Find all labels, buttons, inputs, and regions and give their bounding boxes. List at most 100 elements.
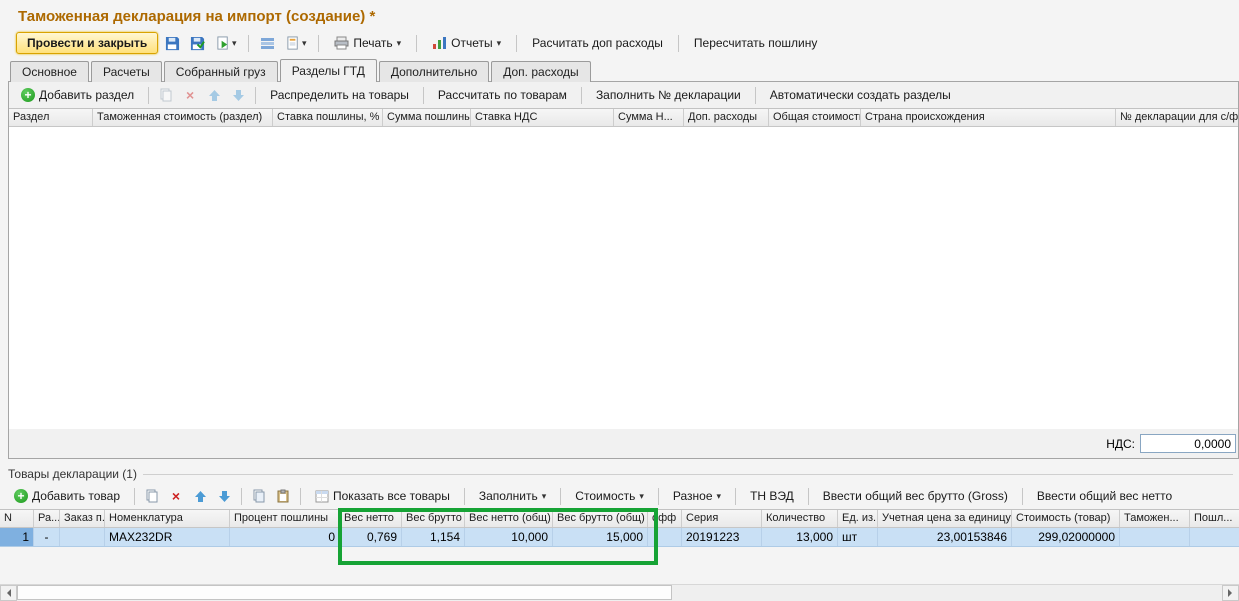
col-n[interactable]: N xyxy=(0,510,34,527)
col-declaration-number[interactable]: № декларации для с/ф xyxy=(1116,109,1238,126)
cell-net-weight[interactable]: 0,769 xyxy=(340,528,402,546)
col-unit-price[interactable]: Учетная цена за единицу xyxy=(878,510,1012,527)
col-unit[interactable]: Ед. из... xyxy=(838,510,878,527)
toolbar-separator xyxy=(735,488,736,505)
cell-coefficient[interactable] xyxy=(648,528,682,546)
cell-unit[interactable]: шт xyxy=(838,528,878,546)
col-origin-country[interactable]: Страна происхождения xyxy=(861,109,1116,126)
fill-menu-button[interactable]: Заполнить ▾ xyxy=(471,486,554,506)
cell-duty-percent[interactable]: 0 xyxy=(230,528,340,546)
cell-section-ref[interactable]: - xyxy=(34,528,60,546)
cell-quantity[interactable]: 13,000 xyxy=(762,528,838,546)
cell-order[interactable] xyxy=(60,528,105,546)
move-up-button[interactable] xyxy=(203,85,225,105)
scrollbar-thumb[interactable] xyxy=(17,585,672,600)
calc-by-goods-button[interactable]: Рассчитать по товарам xyxy=(430,85,575,105)
recalc-duty-button[interactable]: Пересчитать пошлину xyxy=(686,33,825,53)
goods-row-selected[interactable]: 1 - MAX232DR 0 0,769 1,154 10,000 15,000… xyxy=(0,528,1239,547)
save-variants-button[interactable]: ▾ xyxy=(211,33,241,53)
goods-group-header: Товары декларации (1) xyxy=(8,467,1239,481)
toolbar-separator xyxy=(423,87,424,104)
add-section-button[interactable]: + Добавить раздел xyxy=(13,85,142,105)
distribute-to-goods-button[interactable]: Распределить на товары xyxy=(262,85,417,105)
arrow-down-icon xyxy=(218,490,231,503)
cell-gross-weight-total[interactable]: 15,000 xyxy=(553,528,648,546)
toolbar-separator xyxy=(560,488,561,505)
col-gross-weight-total[interactable]: Вес брутто (общ) xyxy=(553,510,648,527)
print-button[interactable]: Печать ▾ xyxy=(326,33,409,53)
enter-total-gross-button[interactable]: Ввести общий вес брутто (Gross) xyxy=(815,486,1016,506)
tab-calculations[interactable]: Расчеты xyxy=(91,61,162,82)
cell-nomenclature[interactable]: MAX232DR xyxy=(105,528,230,546)
cell-unit-price[interactable]: 23,00153846 xyxy=(878,528,1012,546)
tab-additional-expenses[interactable]: Доп. расходы xyxy=(491,61,590,82)
delete-section-button[interactable]: × xyxy=(179,85,201,105)
col-total-cost[interactable]: Общая стоимость xyxy=(769,109,861,126)
tnved-button[interactable]: ТН ВЭД xyxy=(742,486,802,506)
col-duty-percent[interactable]: Процент пошлины xyxy=(230,510,340,527)
col-order[interactable]: Заказ п... xyxy=(60,510,105,527)
delete-goods-button[interactable]: × xyxy=(165,486,187,506)
move-down-button[interactable] xyxy=(227,85,249,105)
floppy-check-icon xyxy=(190,36,205,51)
move-goods-down-button[interactable] xyxy=(213,486,235,506)
enter-total-net-button[interactable]: Ввести общий вес нетто xyxy=(1029,486,1180,506)
reports-button[interactable]: Отчеты ▾ xyxy=(424,33,509,53)
cell-net-weight-total[interactable]: 10,000 xyxy=(465,528,553,546)
chevron-down-icon: ▾ xyxy=(639,492,644,501)
fill-declaration-number-button[interactable]: Заполнить № декларации xyxy=(588,85,749,105)
structure-button[interactable] xyxy=(256,33,278,53)
tab-additional[interactable]: Дополнительно xyxy=(379,61,489,82)
paste-rows-button[interactable] xyxy=(272,486,294,506)
col-net-weight-total[interactable]: Вес нетто (общ) xyxy=(465,510,553,527)
goods-group-title[interactable]: Товары декларации (1) xyxy=(8,467,137,481)
calc-additional-expenses-button[interactable]: Расчитать доп расходы xyxy=(524,33,671,53)
tab-gtd-sections[interactable]: Разделы ГТД xyxy=(280,59,377,82)
post-and-close-button[interactable]: Провести и закрыть xyxy=(16,32,158,54)
auto-create-sections-button[interactable]: Автоматически создать разделы xyxy=(762,85,959,105)
scroll-right-button[interactable] xyxy=(1222,585,1239,601)
col-duty-amount[interactable]: Сумма пошлины xyxy=(383,109,471,126)
toolbar-separator xyxy=(148,87,149,104)
save-button[interactable] xyxy=(161,33,183,53)
col-vat-amount[interactable]: Сумма Н... xyxy=(614,109,684,126)
tab-main[interactable]: Основное xyxy=(10,61,89,82)
copy-goods-button[interactable] xyxy=(141,486,163,506)
col-section[interactable]: Раздел xyxy=(9,109,93,126)
cell-series[interactable]: 20191223 xyxy=(682,528,762,546)
col-nomenclature[interactable]: Номенклатура xyxy=(105,510,230,527)
col-customs-value[interactable]: Таможенная стоимость (раздел) xyxy=(93,109,273,126)
col-cost[interactable]: Стоимость (товар) xyxy=(1012,510,1120,527)
show-all-goods-button[interactable]: Показать все товары xyxy=(307,486,458,506)
col-duty-rate[interactable]: Ставка пошлины, % xyxy=(273,109,383,126)
cell-cost[interactable]: 299,02000000 xyxy=(1012,528,1120,546)
nds-input[interactable] xyxy=(1140,434,1236,453)
col-vat-rate[interactable]: Ставка НДС xyxy=(471,109,614,126)
col-series[interactable]: Серия xyxy=(682,510,762,527)
toolbar-separator xyxy=(658,488,659,505)
col-duty[interactable]: Пошл... xyxy=(1190,510,1239,527)
col-quantity[interactable]: Количество xyxy=(762,510,838,527)
col-customs[interactable]: Таможен... xyxy=(1120,510,1190,527)
triangle-right-icon xyxy=(1228,589,1236,597)
tab-collected-cargo[interactable]: Собранный груз xyxy=(164,61,278,82)
save-and-post-button[interactable] xyxy=(186,33,208,53)
misc-menu-button[interactable]: Разное ▾ xyxy=(665,486,729,506)
col-net-weight[interactable]: Вес нетто xyxy=(340,510,402,527)
cost-menu-button[interactable]: Стоимость ▾ xyxy=(567,486,652,506)
cell-duty[interactable] xyxy=(1190,528,1239,546)
cell-gross-weight[interactable]: 1,154 xyxy=(402,528,465,546)
cell-n[interactable]: 1 xyxy=(0,528,34,546)
col-additional-expenses[interactable]: Доп. расходы xyxy=(684,109,769,126)
scrollbar-track[interactable] xyxy=(17,585,1222,601)
col-gross-weight[interactable]: Вес брутто xyxy=(402,510,465,527)
scroll-left-button[interactable] xyxy=(0,585,17,601)
document-actions-button[interactable]: ▾ xyxy=(281,33,311,53)
copy-section-button[interactable] xyxy=(155,85,177,105)
cell-customs[interactable] xyxy=(1120,528,1190,546)
copy-rows-button[interactable] xyxy=(248,486,270,506)
add-goods-button[interactable]: + Добавить товар xyxy=(6,486,128,506)
col-coefficient[interactable]: офф xyxy=(648,510,682,527)
move-goods-up-button[interactable] xyxy=(189,486,211,506)
col-section-ref[interactable]: Ра... xyxy=(34,510,60,527)
